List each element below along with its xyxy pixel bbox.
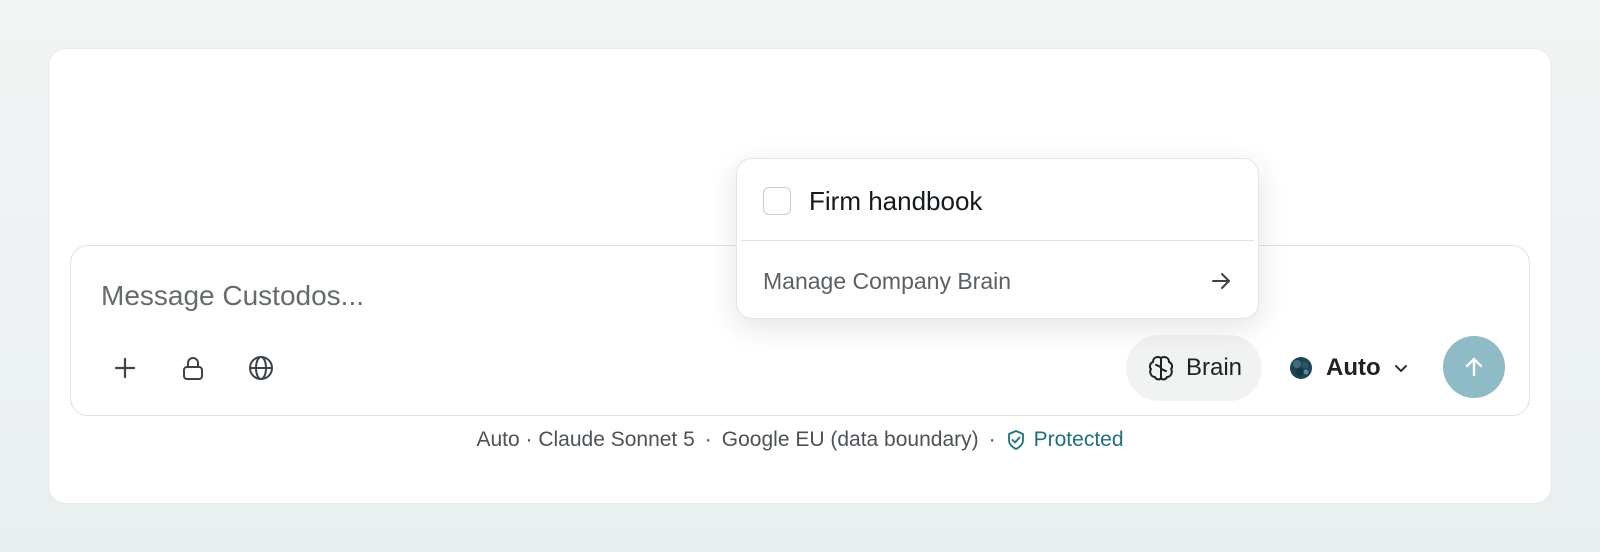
brain-menu: Firm handbook Manage Company Brain [736,158,1259,319]
shield-check-icon [1007,430,1024,450]
separator: · [704,428,712,451]
model-selector[interactable]: Auto [1276,335,1426,401]
brain-button[interactable]: Brain [1126,335,1262,401]
model-label: Auto [1326,354,1381,381]
lock-icon [183,357,203,380]
firm-handbook-checkbox[interactable] [763,187,791,215]
brain-icon [1148,356,1174,381]
brain-item-firm-handbook[interactable]: Firm handbook [763,181,982,221]
data-region: Google EU (data boundary) [721,428,979,451]
model-status-line: Auto · Claude Sonnet 5 · Google EU (data… [0,428,1600,452]
attach-button[interactable] [101,344,149,392]
arrow-right-icon [1212,273,1230,289]
protected-label: Protected [1033,428,1124,451]
brain-label: Brain [1186,354,1243,381]
private-mode-button[interactable] [169,344,217,392]
separator: · [988,428,996,451]
menu-divider [741,240,1254,241]
chevron-down-icon [1394,365,1407,372]
protected-badge: Protected [1006,428,1124,452]
arrow-up-icon [1465,357,1483,377]
plus-icon [114,357,136,379]
brain-item-label: Firm handbook [809,185,983,216]
model-info: Auto · Claude Sonnet 5 [476,428,695,451]
model-logo-icon [1290,357,1312,379]
globe-icon [249,356,273,380]
manage-label: Manage Company Brain [763,267,1012,294]
web-search-button[interactable] [237,344,285,392]
manage-company-brain-link[interactable]: Manage Company Brain [763,259,1232,303]
send-button[interactable] [1443,336,1505,398]
